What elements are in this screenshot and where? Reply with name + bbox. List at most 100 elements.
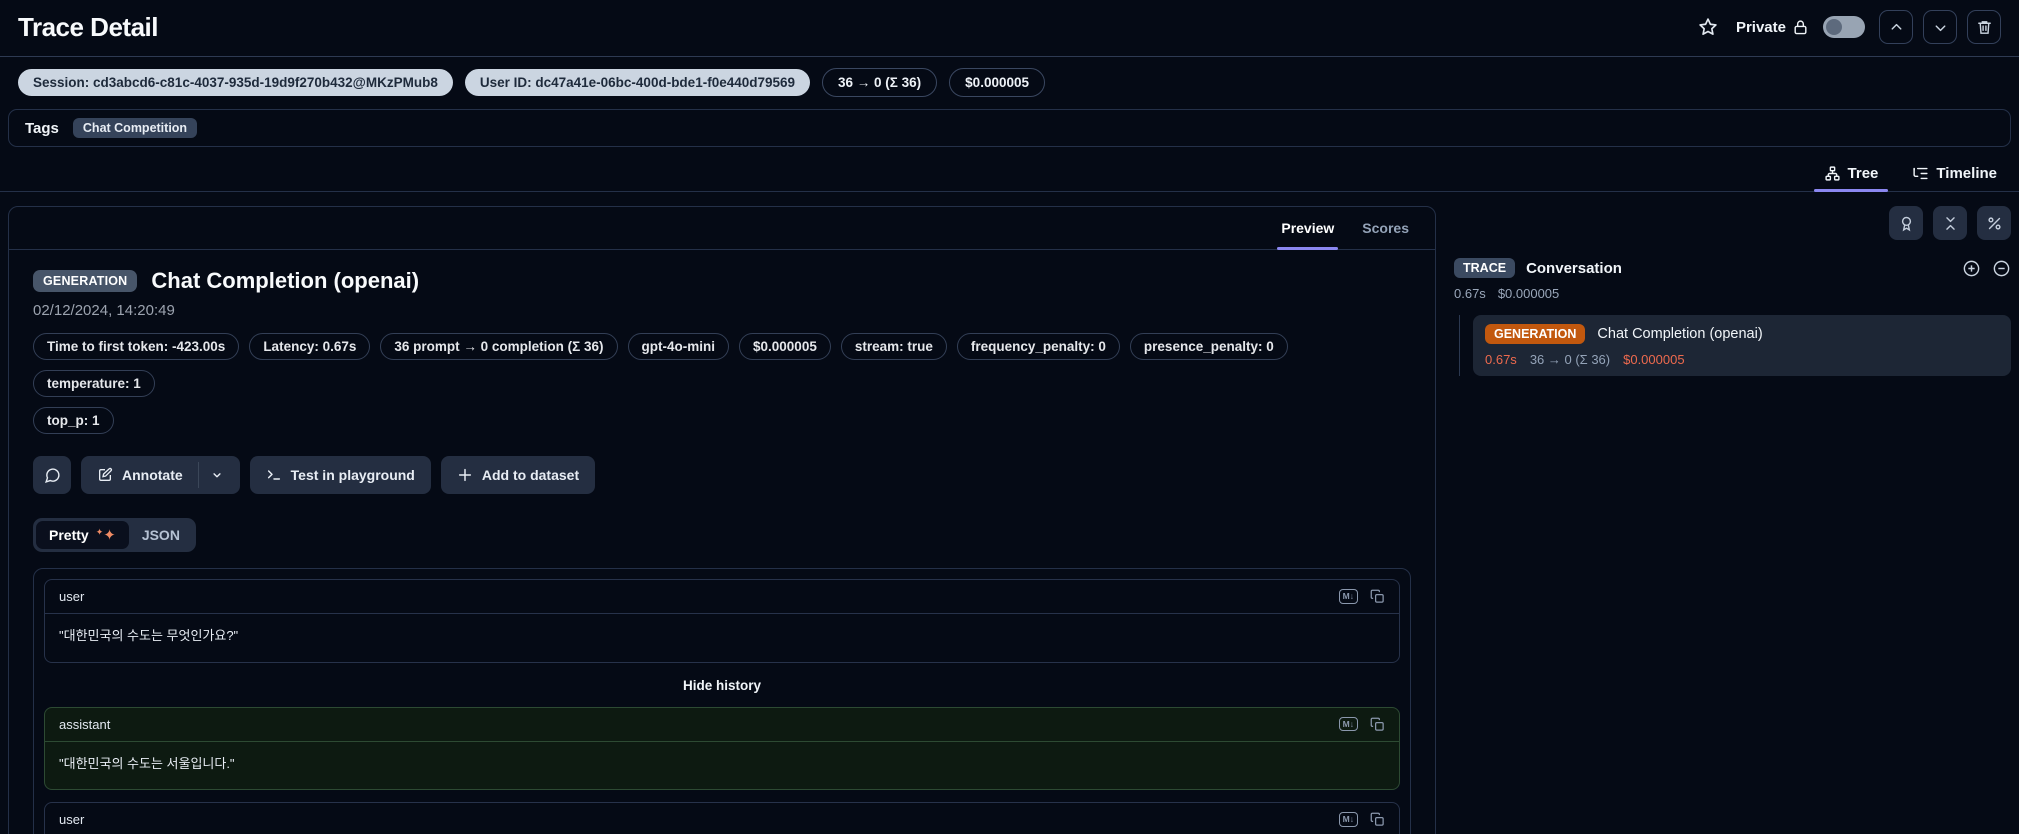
tab-timeline-label: Timeline	[1936, 165, 1997, 182]
fold-vertical-icon	[1945, 216, 1955, 230]
copy-icon	[1370, 589, 1384, 603]
tree-node-generation[interactable]: GENERATION Chat Completion (openai) 0.67…	[1473, 315, 2011, 376]
node-tokens: 36 → 0 (Σ 36)	[1529, 352, 1611, 367]
hide-history-row: Hide history	[44, 677, 1400, 693]
message-user-1: user M↓ "대한민국의 수도는 무엇인가요?"	[44, 579, 1400, 663]
annotate-dropdown-chevron-icon[interactable]	[210, 468, 224, 482]
observation-tree: GENERATION Chat Completion (openai) 0.67…	[1454, 315, 2011, 376]
annotate-label: Annotate	[122, 467, 183, 483]
observation-panel: Preview Scores GENERATION Chat Completio…	[8, 206, 1436, 834]
delete-trace-button[interactable]	[1967, 10, 2001, 44]
star-icon	[1699, 18, 1717, 36]
comments-button[interactable]	[33, 456, 71, 494]
node-cost: $0.000005	[1623, 352, 1685, 367]
node-latency: 0.67s	[1485, 352, 1517, 367]
award-icon	[1901, 216, 1911, 231]
trace-root-row[interactable]: TRACE Conversation	[1454, 258, 2011, 278]
trace-cost: $0.000005	[1497, 286, 1560, 301]
copy-button[interactable]	[1370, 589, 1385, 604]
message-user-2: user M↓ "감사합니다 "	[44, 802, 1400, 834]
observation-type-badge: GENERATION	[33, 270, 138, 292]
session-badge[interactable]: Session: cd3abcd6-c81c-4037-935d-19d9f27…	[18, 69, 453, 96]
format-pretty-segment[interactable]: Pretty ✦✦	[36, 521, 129, 549]
metrics-percent-button[interactable]	[1977, 206, 2011, 240]
public-sharing-toggle[interactable]	[1823, 16, 1865, 38]
token-usage-badge: 36 → 0 (Σ 36)	[822, 68, 938, 97]
tree-node-metrics: 0.67s 36 → 0 (Σ 36) $0.000005	[1485, 352, 1999, 367]
chevron-down-icon	[1935, 24, 1945, 31]
format-json-label: JSON	[141, 527, 180, 543]
tab-scores[interactable]: Scores	[1362, 207, 1409, 249]
message-header-icons: M↓	[1338, 589, 1385, 604]
list-tree-icon	[1913, 167, 1928, 180]
annotate-button[interactable]: Annotate	[81, 456, 240, 494]
copy-button[interactable]	[1370, 812, 1385, 827]
tab-tree-label: Tree	[1847, 165, 1879, 182]
collapse-tree-button[interactable]	[1933, 206, 1967, 240]
observation-badges-row-1: Time to first token: -423.00s Latency: 0…	[33, 333, 1411, 397]
privacy-label: Private	[1735, 18, 1786, 36]
format-json-segment[interactable]: JSON	[129, 521, 193, 549]
lock-icon	[1794, 19, 1807, 34]
comment-icon	[44, 467, 60, 483]
copy-button[interactable]	[1370, 717, 1385, 732]
message-content: "대한민국의 수도는 서울입니다."	[59, 755, 235, 771]
tab-timeline[interactable]: Timeline	[1908, 161, 2001, 191]
observation-body: GENERATION Chat Completion (openai) 02/1…	[9, 250, 1435, 834]
observation-header: GENERATION Chat Completion (openai)	[33, 268, 1411, 294]
preview-tab-underline	[1277, 247, 1339, 250]
message-role: user	[59, 812, 85, 827]
message-assistant: assistant M↓ "대한민국의 수도는 서울입니다."	[44, 706, 1400, 790]
trace-nav-buttons	[1879, 10, 2001, 44]
previous-trace-button[interactable]	[1879, 10, 1913, 44]
markdown-toggle-icon[interactable]: M↓	[1338, 589, 1358, 604]
model-badge[interactable]: gpt-4o-mini	[627, 333, 730, 360]
percent-icon	[1987, 216, 2001, 230]
io-card: user M↓ "대한민국의 수도는 무엇인가요?" Hide history	[33, 568, 1411, 834]
test-in-playground-button[interactable]: Test in playground	[249, 456, 431, 494]
observation-badges-row-2: top_p: 1	[33, 407, 1411, 434]
temperature-badge: temperature: 1	[33, 370, 155, 397]
latency-badge: Latency: 0.67s	[249, 333, 371, 360]
message-header: user M↓	[45, 803, 1399, 834]
tab-tree[interactable]: Tree	[1813, 161, 1889, 192]
trace-tree-sidebar: TRACE Conversation 0.67s $0.000005 GENER…	[1454, 206, 2011, 376]
tree-toolbar	[1454, 206, 2011, 240]
next-trace-button[interactable]	[1923, 10, 1957, 44]
tree-branch-line	[1459, 315, 1473, 376]
sparkles-icon: ✦✦	[95, 526, 116, 544]
bookmark-star-button[interactable]	[1694, 13, 1722, 41]
markdown-toggle-icon[interactable]: M↓	[1338, 812, 1358, 827]
tag-chip[interactable]: Chat Competition	[72, 118, 198, 138]
trace-name: Conversation	[1526, 259, 1622, 277]
message-content: "대한민국의 수도는 무엇인가요?"	[59, 628, 239, 643]
add-to-dataset-label: Add to dataset	[481, 467, 580, 483]
expand-all-button[interactable]	[1962, 259, 1981, 278]
user-id-badge[interactable]: User ID: dc47a41e-06bc-400d-bde1-f0e440d…	[464, 69, 811, 96]
message-header: assistant M↓	[45, 708, 1399, 742]
copy-icon	[1370, 717, 1384, 731]
view-tabs: Tree Timeline	[0, 151, 2019, 192]
page-title: Trace Detail	[18, 11, 158, 42]
panel-tabs: Preview Scores	[9, 207, 1435, 250]
top-p-badge: top_p: 1	[33, 407, 114, 434]
top-bar: Trace Detail Private	[0, 0, 2019, 57]
message-role: user	[59, 589, 85, 604]
active-tab-underline	[1813, 189, 1889, 192]
annotate-divider	[197, 462, 199, 488]
generation-type-badge: GENERATION	[1485, 324, 1586, 344]
terminal-icon	[267, 470, 280, 480]
action-buttons: Annotate Test in playground Add to datas…	[33, 456, 1411, 494]
cost-badge: $0.000005	[949, 68, 1045, 97]
test-in-playground-label: Test in playground	[290, 467, 415, 483]
privacy-indicator: Private	[1736, 19, 1809, 36]
trace-metrics: 0.67s $0.000005	[1454, 286, 2011, 301]
hide-history-button[interactable]: Hide history	[683, 678, 761, 693]
collapse-all-button[interactable]	[1992, 259, 2011, 278]
tab-preview[interactable]: Preview	[1277, 207, 1339, 250]
trace-latency: 0.67s	[1454, 286, 1486, 301]
add-to-dataset-button[interactable]: Add to dataset	[440, 456, 596, 494]
message-header: user M↓	[45, 580, 1399, 614]
scores-award-button[interactable]	[1889, 206, 1923, 240]
markdown-toggle-icon[interactable]: M↓	[1338, 716, 1358, 732]
